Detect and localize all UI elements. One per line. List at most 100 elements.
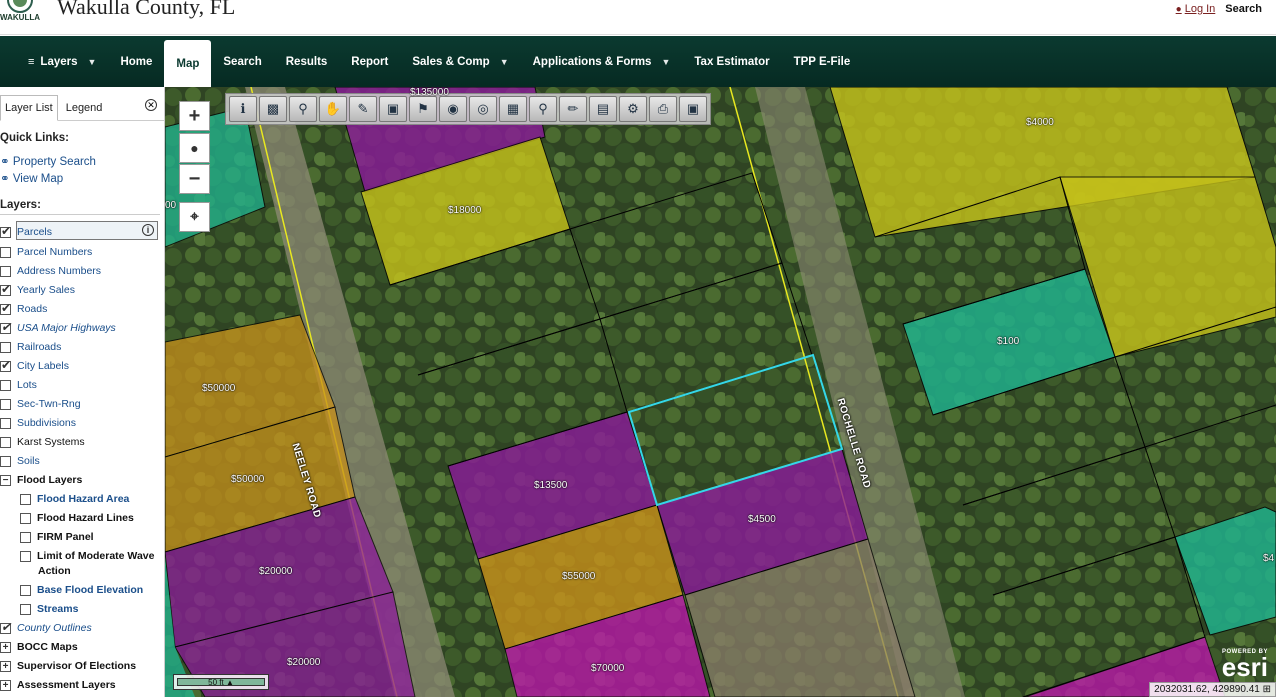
- search-icon[interactable]: ⚲: [529, 96, 557, 122]
- layer-item-karst-systems[interactable]: Karst Systems: [0, 434, 85, 450]
- checkbox[interactable]: [0, 358, 11, 372]
- layer-item-subdivisions[interactable]: Subdivisions: [0, 415, 76, 431]
- checkbox[interactable]: [20, 531, 31, 543]
- layer-item-firm-panel[interactable]: FIRM Panel: [20, 529, 94, 545]
- checkbox[interactable]: [20, 493, 31, 505]
- info-tool-icon[interactable]: ℹ: [229, 96, 257, 122]
- nav-map[interactable]: Map: [164, 40, 212, 87]
- layer-item-railroads[interactable]: Railroads: [0, 339, 61, 355]
- layer-item-roads[interactable]: Roads: [0, 301, 47, 317]
- layer-item-soils[interactable]: Soils: [0, 453, 40, 469]
- parcel-price-label: $20000: [287, 657, 321, 668]
- checkbox[interactable]: [0, 398, 11, 410]
- camera-icon[interactable]: ◎: [469, 96, 497, 122]
- checkbox[interactable]: [20, 550, 31, 562]
- expand-icon[interactable]: ⊞: [1263, 684, 1271, 695]
- checkbox[interactable]: [0, 246, 11, 258]
- layer-label: Lots: [17, 379, 37, 391]
- nav-applications-forms[interactable]: Applications & Forms ▼: [521, 36, 683, 87]
- pan-hand-icon[interactable]: ✋: [319, 96, 347, 122]
- expand-icon[interactable]: +: [0, 641, 11, 653]
- checkbox[interactable]: [20, 584, 31, 596]
- checkbox[interactable]: [0, 436, 11, 448]
- checkbox[interactable]: [20, 603, 31, 615]
- quick-link-property-search[interactable]: ⚭ Property Search: [0, 154, 96, 168]
- layer-item-lots[interactable]: Lots: [0, 377, 37, 393]
- map-canvas[interactable]: [165, 87, 1276, 697]
- settings-gear-icon[interactable]: ⚙: [619, 96, 647, 122]
- checkbox[interactable]: [0, 301, 11, 315]
- nav-sales-comp[interactable]: Sales & Comp ▼: [400, 36, 520, 87]
- nav-layers[interactable]: ≡ Layers ▼: [16, 36, 108, 87]
- globe-home-button[interactable]: ●: [179, 133, 210, 163]
- nav-tpp-efile[interactable]: TPP E-File: [782, 36, 863, 87]
- scale-bar-fill: 50 ft ▲: [177, 678, 265, 687]
- layer-item-limit-moderate-wave[interactable]: Limit of Moderate Wave: [20, 548, 154, 564]
- login-link[interactable]: ● Log In: [1176, 3, 1216, 15]
- nav-tax-estimator[interactable]: Tax Estimator: [682, 36, 781, 87]
- checkbox[interactable]: [0, 265, 11, 277]
- zoom-in-button[interactable]: +: [179, 101, 210, 131]
- parcel-price-label: $4000: [1026, 117, 1054, 128]
- eraser-icon[interactable]: ✎: [349, 96, 377, 122]
- checkbox[interactable]: [20, 512, 31, 524]
- checkbox[interactable]: [0, 379, 11, 391]
- expand-icon[interactable]: +: [0, 679, 11, 691]
- save-icon[interactable]: ▣: [679, 96, 707, 122]
- checkbox[interactable]: [0, 455, 11, 467]
- zoom-out-button[interactable]: −: [179, 164, 210, 194]
- layer-item-flood-hazard-area[interactable]: Flood Hazard Area: [20, 491, 129, 507]
- info-icon[interactable]: i: [142, 224, 154, 236]
- layer-group-bocc-maps[interactable]: + BOCC Maps: [0, 639, 78, 655]
- layer-group-supervisor-elections[interactable]: + Supervisor Of Elections: [0, 658, 136, 674]
- tab-layer-list[interactable]: Layer List: [0, 95, 58, 121]
- layer-item-base-flood-elevation[interactable]: Base Flood Elevation: [20, 582, 143, 598]
- locate-button[interactable]: ⌖: [179, 202, 210, 232]
- nav-report[interactable]: Report: [339, 36, 400, 87]
- close-icon[interactable]: ✕: [145, 99, 157, 111]
- layer-item-flood-hazard-lines[interactable]: Flood Hazard Lines: [20, 510, 134, 526]
- export-icon[interactable]: ▤: [589, 96, 617, 122]
- nav-layers-label: Layers: [40, 55, 78, 68]
- quick-link-view-map[interactable]: ⚭ View Map: [0, 171, 63, 185]
- nav-home[interactable]: Home: [108, 36, 164, 87]
- measure-icon[interactable]: ▦: [499, 96, 527, 122]
- select-tool-icon[interactable]: ▩: [259, 96, 287, 122]
- layer-group-flood-layers[interactable]: − Flood Layers: [0, 472, 82, 488]
- checkbox[interactable]: [0, 620, 11, 634]
- nav-results[interactable]: Results: [274, 36, 340, 87]
- nav-search[interactable]: Search: [211, 36, 273, 87]
- map-view[interactable]: + ● − ⌖ ℹ ▩ ⚲ ✋ ✎ ▣ ⚑ ◉ ◎ ▦ ⚲ ✏ ▤ ⚙ ⎙ ▣ …: [165, 87, 1276, 697]
- checkbox[interactable]: [0, 320, 11, 334]
- layer-item-sec-twn-rng[interactable]: Sec-Twn-Rng: [0, 396, 81, 412]
- layer-item-county-outlines[interactable]: County Outlines: [0, 620, 92, 636]
- top-search-link[interactable]: Search: [1225, 3, 1262, 15]
- draw-pencil-icon[interactable]: ✏: [559, 96, 587, 122]
- layer-label: Streams: [37, 603, 79, 615]
- layer-item-streams[interactable]: Streams: [20, 601, 78, 617]
- layer-item-parcels[interactable]: Parcels: [0, 224, 52, 240]
- checkbox[interactable]: [0, 224, 11, 238]
- print-icon[interactable]: ⎙: [649, 96, 677, 122]
- layer-item-address-numbers[interactable]: Address Numbers: [0, 263, 101, 279]
- layer-label: Yearly Sales: [17, 284, 75, 296]
- layer-item-usa-major-highways[interactable]: USA Major Highways: [0, 320, 116, 336]
- layer-item-city-labels[interactable]: City Labels: [0, 358, 69, 374]
- layer-item-parcel-numbers[interactable]: Parcel Numbers: [0, 244, 92, 260]
- layer-group-assessment-layers[interactable]: + Assessment Layers: [0, 677, 116, 693]
- expand-icon[interactable]: +: [0, 660, 11, 672]
- pin-icon[interactable]: ⚑: [409, 96, 437, 122]
- layer-globe-icon[interactable]: ◉: [439, 96, 467, 122]
- tab-legend[interactable]: Legend: [62, 96, 107, 120]
- parcel-price-label: $4: [1263, 553, 1275, 564]
- zoom-area-icon[interactable]: ⚲: [289, 96, 317, 122]
- layer-label: Subdivisions: [17, 417, 76, 429]
- layer-item-yearly-sales[interactable]: Yearly Sales: [0, 282, 75, 298]
- buffer-icon[interactable]: ▣: [379, 96, 407, 122]
- layer-label: Flood Hazard Lines: [37, 512, 134, 524]
- parcel-price-label: $13500: [534, 480, 568, 491]
- checkbox[interactable]: [0, 341, 11, 353]
- checkbox[interactable]: [0, 417, 11, 429]
- collapse-icon[interactable]: −: [0, 474, 11, 486]
- checkbox[interactable]: [0, 282, 11, 296]
